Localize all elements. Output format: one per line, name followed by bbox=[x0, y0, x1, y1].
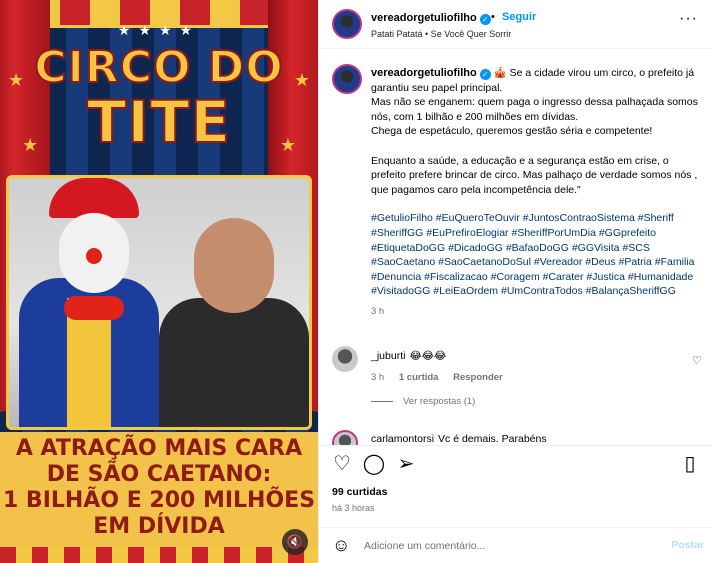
hashtag-link[interactable]: #GGprefeito bbox=[599, 227, 656, 239]
banner-line3: 1 BILHÃO E 200 MILHÕES bbox=[2, 488, 316, 513]
hashtag-link[interactable]: #SheriffGG bbox=[371, 227, 423, 239]
avatar[interactable] bbox=[332, 430, 358, 445]
separator-dot: • bbox=[491, 11, 495, 23]
save-bookmark-icon[interactable]: ▯ bbox=[678, 452, 702, 476]
comment-username[interactable]: carlamontorsi bbox=[371, 433, 434, 445]
banner-line2: DE SÃO CAETANO: bbox=[46, 462, 272, 487]
caption-text: 🎪 Se a cidade virou um circo, o prefeito… bbox=[371, 67, 698, 196]
hashtag-link[interactable]: #Sheriff bbox=[638, 212, 674, 224]
banner-line1: A ATRAÇÃO MAIS CARA bbox=[15, 436, 303, 461]
hashtag-list: #GetulioFilho #EuQueroTeOuvir #JuntosCon… bbox=[371, 211, 701, 299]
emoji-picker-icon[interactable]: ☺ bbox=[332, 535, 350, 556]
hashtag-link[interactable]: #EuPrefiroElogiar bbox=[426, 227, 508, 239]
comment-likes[interactable]: 1 curtida bbox=[399, 372, 439, 383]
hashtag-link[interactable]: #Vereador bbox=[534, 256, 582, 268]
header-username[interactable]: vereadorgetuliofilho ✓ bbox=[371, 12, 491, 25]
reply-button[interactable]: Responder bbox=[453, 372, 503, 383]
caption-timestamp: 3 h bbox=[371, 305, 385, 317]
comment-icon[interactable]: ◯ bbox=[362, 452, 386, 476]
image-title-line1: CIRCO DO bbox=[33, 41, 284, 94]
instagram-post-modal: ★★★★ ★ ★ ★ ★ CIRCO DO TITE A ATRAÇÃO MAI… bbox=[0, 0, 712, 563]
post-age: há 3 horas bbox=[332, 503, 375, 513]
caption-username[interactable]: vereadorgetuliofilho bbox=[371, 67, 477, 79]
hashtag-link[interactable]: #GetulioFilho bbox=[371, 212, 433, 224]
avatar[interactable] bbox=[332, 64, 362, 94]
likes-count[interactable]: 99 curtidas bbox=[332, 486, 387, 498]
comment-input[interactable] bbox=[364, 537, 644, 555]
view-replies-button[interactable]: Ver respostas (1) bbox=[371, 396, 475, 407]
post-media[interactable]: ★★★★ ★ ★ ★ ★ CIRCO DO TITE A ATRAÇÃO MAI… bbox=[0, 0, 318, 563]
share-send-icon[interactable]: ➢ bbox=[394, 452, 418, 476]
hashtag-link[interactable]: #EuQueroTeOuvir bbox=[436, 212, 520, 224]
comment-like-heart-icon[interactable]: ♡ bbox=[692, 354, 702, 367]
hashtag-link[interactable]: #EtiquetaDoGG bbox=[371, 242, 445, 254]
username-link[interactable]: vereadorgetuliofilho bbox=[371, 12, 477, 24]
comment-text: 😂😂😂 bbox=[409, 350, 447, 362]
banner-line4: EM DÍVIDA bbox=[93, 514, 225, 539]
hashtag-link[interactable]: #Fiscalizacao bbox=[424, 271, 488, 283]
stars-decoration: ★★★★ bbox=[117, 22, 201, 38]
speaker-muted-icon[interactable]: 🔇 bbox=[282, 529, 308, 555]
hashtag-link[interactable]: #SCS bbox=[622, 242, 649, 254]
post-photo bbox=[6, 175, 312, 430]
hashtag-link[interactable]: #SaoCaetano bbox=[371, 256, 435, 268]
comment-text: Vc é demais. Parabéns bbox=[438, 433, 547, 445]
hashtag-link[interactable]: #BalançaSheriffGG bbox=[586, 285, 676, 297]
hashtag-link[interactable]: #Justica bbox=[586, 271, 625, 283]
more-options-icon[interactable]: ··· bbox=[679, 10, 698, 28]
hashtag-link[interactable]: #Carater bbox=[543, 271, 584, 283]
hashtag-link[interactable]: #Deus bbox=[585, 256, 615, 268]
hashtag-link[interactable]: #GGVisita bbox=[572, 242, 620, 254]
follow-button[interactable]: Seguir bbox=[502, 11, 536, 23]
add-comment-bar: ☺ Postar bbox=[319, 527, 712, 563]
hashtag-link[interactable]: #VisitadoGG bbox=[371, 285, 430, 297]
hashtag-link[interactable]: #Denuncia bbox=[371, 271, 421, 283]
comments-scroll-area[interactable]: vereadorgetuliofilho ✓ 🎪 Se a cidade viro… bbox=[319, 50, 712, 445]
avatar[interactable] bbox=[332, 346, 358, 372]
comment-username[interactable]: _juburti bbox=[371, 350, 405, 362]
hashtag-link[interactable]: #Humanidade bbox=[628, 271, 693, 283]
hashtag-link[interactable]: #Patria bbox=[619, 256, 652, 268]
hashtag-link[interactable]: #BafaoDoGG bbox=[506, 242, 569, 254]
post-comment-button[interactable]: Postar bbox=[671, 539, 704, 551]
hashtag-link[interactable]: #LeiEaOrdem bbox=[433, 285, 498, 297]
hashtag-link[interactable]: #SheriffPorUmDia bbox=[511, 227, 595, 239]
post-side-panel: vereadorgetuliofilho ✓ • Seguir Patati Pa… bbox=[318, 0, 712, 563]
avatar[interactable] bbox=[332, 9, 362, 39]
hashtag-link[interactable]: #Familia bbox=[655, 256, 695, 268]
image-title-line2: TITE bbox=[86, 87, 232, 157]
hashtag-link[interactable]: #JuntosContraoSistema bbox=[523, 212, 635, 224]
hashtag-link[interactable]: #UmContraTodos bbox=[501, 285, 583, 297]
caption: vereadorgetuliofilho ✓ 🎪 Se a cidade viro… bbox=[371, 66, 701, 320]
like-heart-icon[interactable]: ♡ bbox=[330, 452, 354, 476]
comment-timestamp: 3 h bbox=[371, 372, 385, 383]
audio-track-link[interactable]: Patati Patatá • Se Você Quer Sorrir bbox=[371, 29, 511, 39]
post-header: vereadorgetuliofilho ✓ • Seguir Patati Pa… bbox=[319, 0, 712, 49]
hashtag-link[interactable]: #DicadoGG bbox=[448, 242, 503, 254]
hashtag-link[interactable]: #SaoCaetanoDoSul bbox=[438, 256, 531, 268]
hashtag-link[interactable]: #Coragem bbox=[491, 271, 540, 283]
verified-badge-icon: ✓ bbox=[479, 14, 491, 25]
verified-badge-icon: ✓ bbox=[479, 69, 491, 80]
